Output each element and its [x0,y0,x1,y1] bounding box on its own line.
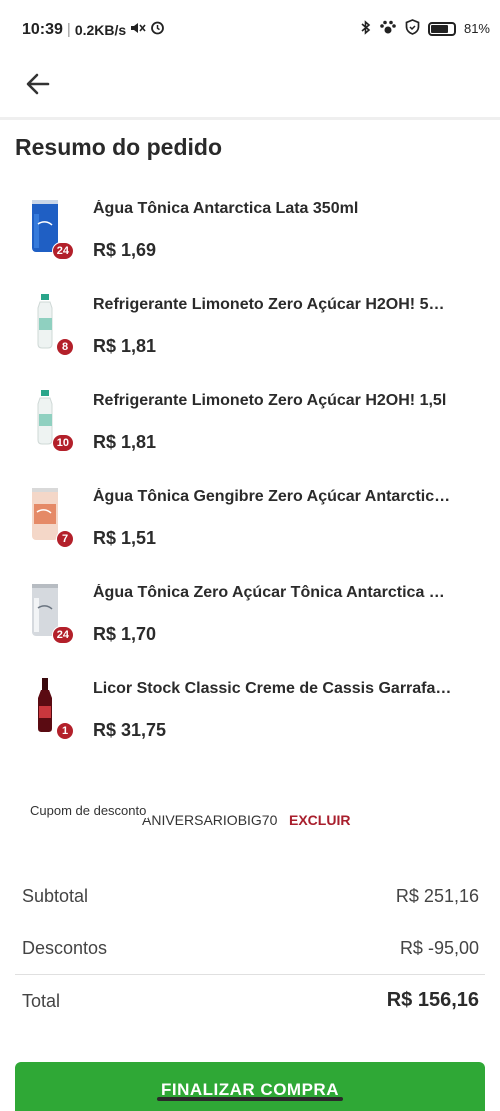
subtotal-value: R$ 251,16 [395,886,479,906]
product-image: 24 [22,194,74,260]
discount-value: R$ -95,00 [399,938,479,958]
subtotal-label: Subtotal [22,886,89,906]
coupon-label: Cupom de desconto [30,803,149,818]
item-name: Água Tônica Gengibre Zero Açúcar Antarct… [93,488,453,505]
item-name: Água Tônica Zero Açúcar Tônica Antarctic… [93,584,453,601]
bluetooth-icon [361,19,371,38]
item-price: R$ 1,51 [93,528,157,548]
checkout-button[interactable]: FINALIZAR COMPRA [15,1062,485,1111]
total-value: R$ 156,16 [386,989,479,1011]
status-time: 10:39 [22,20,63,38]
item-name: Água Tônica Antarctica Lata 350ml [93,200,359,217]
battery-percent: 81% [463,21,490,36]
battery-fill [430,24,449,33]
list-item[interactable]: 7 Água Tônica Gengibre Zero Açúcar Antar… [0,468,500,564]
back-button[interactable] [20,68,56,104]
item-name: Refrigerante Limoneto Zero Açúcar H2OH! … [93,392,447,409]
product-image: 1 [22,674,74,740]
network-speed: 0.2KB/s [74,21,127,38]
discount-row: Descontos R$ -95,00 [15,922,485,974]
status-right: 81% [361,19,490,38]
item-price: R$ 1,69 [93,240,157,260]
list-item[interactable]: 1 Licor Stock Classic Creme de Cassis Ga… [0,660,500,756]
item-name: Licor Stock Classic Creme de Cassis Garr… [93,680,453,697]
quantity-badge: 7 [56,530,74,548]
arrow-left-icon [26,73,50,100]
list-item[interactable]: 24 Água Tônica Antarctica Lata 350ml R$ … [0,180,500,276]
battery-icon [427,21,456,36]
total-label: Total [22,991,61,1011]
coupon-code: ANIVERSARIOBIG70 [142,812,278,828]
quantity-badge: 24 [51,626,74,644]
order-items-list: 24 Água Tônica Antarctica Lata 350ml R$ … [0,180,500,756]
coupon-field[interactable]: Cupom de desconto ANIVERSARIOBIG70 EXCLU… [30,800,470,840]
item-name: Refrigerante Limoneto Zero Açúcar H2OH! … [93,296,453,313]
list-item[interactable]: 24 Água Tônica Zero Açúcar Tônica Antarc… [0,564,500,660]
item-price: R$ 1,70 [93,624,157,644]
product-image: 24 [22,578,74,644]
item-price: R$ 1,81 [93,432,157,452]
quantity-badge: 1 [56,722,74,740]
alarm-icon [150,20,165,39]
pet-icon [379,20,397,38]
subtotal-row: Subtotal R$ 251,16 [15,870,485,922]
product-image: 8 [22,290,74,356]
quantity-badge: 10 [51,434,74,452]
order-summary: Subtotal R$ 251,16 Descontos R$ -95,00 T… [15,870,485,1027]
remove-coupon-button[interactable]: EXCLUIR [289,812,350,828]
home-indicator[interactable] [157,1097,343,1101]
item-price: R$ 31,75 [93,720,167,740]
item-price: R$ 1,81 [93,336,157,356]
top-app-bar [0,60,500,120]
total-row: Total R$ 156,16 [15,975,485,1027]
product-image: 10 [22,386,74,452]
list-item[interactable]: 10 Refrigerante Limoneto Zero Açúcar H2O… [0,372,500,468]
quantity-badge: 8 [56,338,74,356]
discount-label: Descontos [22,938,108,958]
product-image: 7 [22,482,74,548]
status-left: 10:39 | 0.2KB/s [22,20,165,39]
quantity-badge: 24 [51,242,74,260]
shield-icon [405,19,420,38]
list-item[interactable]: 8 Refrigerante Limoneto Zero Açúcar H2OH… [0,276,500,372]
status-bar: 10:39 | 0.2KB/s 81% [0,0,500,60]
page-title: Resumo do pedido [15,134,222,160]
mute-icon [130,21,146,39]
